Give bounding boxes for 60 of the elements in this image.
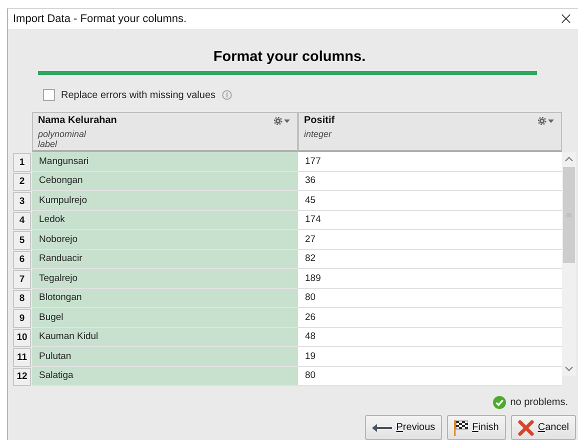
row-number: 1 (13, 153, 31, 172)
table-cell: 80 (298, 288, 562, 308)
info-icon (222, 90, 232, 100)
table-cell: Mangunsari (32, 152, 298, 172)
close-button[interactable]: × (554, 9, 578, 29)
table-cell: 48 (298, 328, 562, 347)
column-name: Nama Kelurahan (38, 115, 117, 126)
checkered-flag-icon (454, 420, 468, 436)
table-cell: 82 (298, 250, 562, 269)
table-cell: 19 (298, 347, 562, 366)
row-number: 7 (13, 270, 31, 288)
column-role: label (38, 139, 58, 149)
column-type: integer (304, 129, 332, 139)
table-cell: Tegalrejo (32, 269, 298, 288)
column-header[interactable]: Nama Kelurahan polynominal label (32, 112, 298, 152)
table-cell: Cebongan (32, 172, 298, 191)
row-number: 6 (13, 250, 31, 269)
row-number: 2 (13, 172, 31, 191)
finish-button[interactable]: Finish (447, 415, 506, 440)
column-type: polynominal (38, 129, 86, 139)
table-cell: Blotongan (32, 288, 298, 308)
table-cell: Bugel (32, 308, 298, 328)
table-cell: Ledok (32, 210, 298, 230)
table-cell: 80 (298, 366, 562, 386)
column-name: Positif (304, 115, 335, 126)
row-number: 11 (13, 348, 31, 366)
row-number: 12 (13, 368, 31, 386)
table-cell: Kauman Kidul (32, 328, 298, 347)
table-cell: Kumpulrejo (32, 191, 298, 210)
check-circle-icon (493, 396, 506, 409)
table-cell: Pulutan (32, 347, 298, 366)
table-cell: 36 (298, 172, 562, 191)
table-cell: 27 (298, 230, 562, 250)
table-cell: Noborejo (32, 230, 298, 250)
table-cell: 189 (298, 269, 562, 288)
close-icon (518, 420, 534, 436)
status-message: no problems. (510, 397, 568, 408)
previous-button[interactable]: Previous (365, 415, 442, 440)
gear-dropdown-icon[interactable] (538, 117, 554, 125)
gear-dropdown-icon[interactable] (274, 117, 290, 125)
table-cell: Randuacir (32, 250, 298, 269)
table-cell: 45 (298, 191, 562, 210)
scrollbar[interactable] (562, 152, 576, 376)
row-number: 5 (13, 231, 31, 250)
replace-errors-checkbox[interactable] (43, 89, 55, 101)
table-cell: 174 (298, 210, 562, 230)
table-cell: Salatiga (32, 366, 298, 386)
row-number: 8 (13, 290, 31, 308)
row-number: 4 (13, 212, 31, 230)
page-heading: Format your columns. (213, 49, 366, 65)
checkbox-label: Replace errors with missing values (61, 90, 216, 100)
window-title: Import Data - Format your columns. (13, 13, 187, 25)
column-header[interactable]: Positif integer (298, 112, 562, 152)
table-cell: 26 (298, 308, 562, 328)
row-number: 9 (13, 309, 31, 328)
arrow-left-icon (372, 424, 392, 432)
cancel-button[interactable]: Cancel (510, 415, 576, 440)
table-cell: 177 (298, 152, 562, 172)
row-number: 3 (13, 192, 31, 210)
row-number: 10 (13, 328, 31, 347)
